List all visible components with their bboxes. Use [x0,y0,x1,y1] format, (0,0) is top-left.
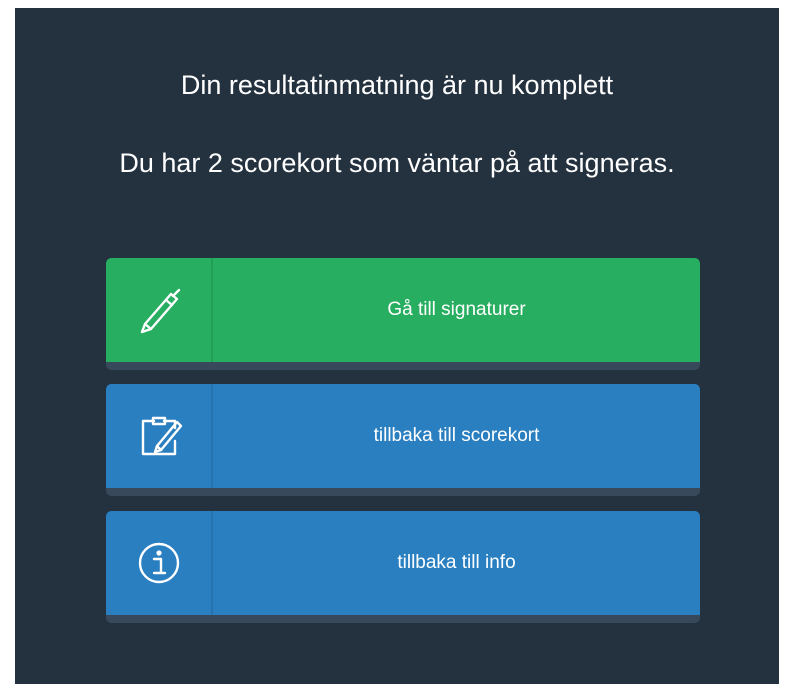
button-shadow [106,488,700,496]
button-shadow [106,615,700,623]
clipboard-edit-icon [106,384,211,488]
info-icon [106,511,211,615]
completion-dialog: Din resultatinmatning är nu komplett Du … [15,8,779,684]
back-to-info-button[interactable]: tillbaka till info [106,511,700,623]
back-to-info-label: tillbaka till info [397,552,516,573]
go-to-signatures-button[interactable]: Gå till signaturer [106,258,700,370]
pen-icon [106,258,211,362]
go-to-signatures-label: Gå till signaturer [387,299,526,320]
back-to-scorecard-button[interactable]: tillbaka till scorekort [106,384,700,496]
back-to-scorecard-label: tillbaka till scorekort [373,425,540,446]
pending-signatures-message: Du har 2 scorekort som väntar på att sig… [119,148,675,178]
button-shadow [106,362,700,370]
completion-title: Din resultatinmatning är nu komplett [180,70,614,100]
